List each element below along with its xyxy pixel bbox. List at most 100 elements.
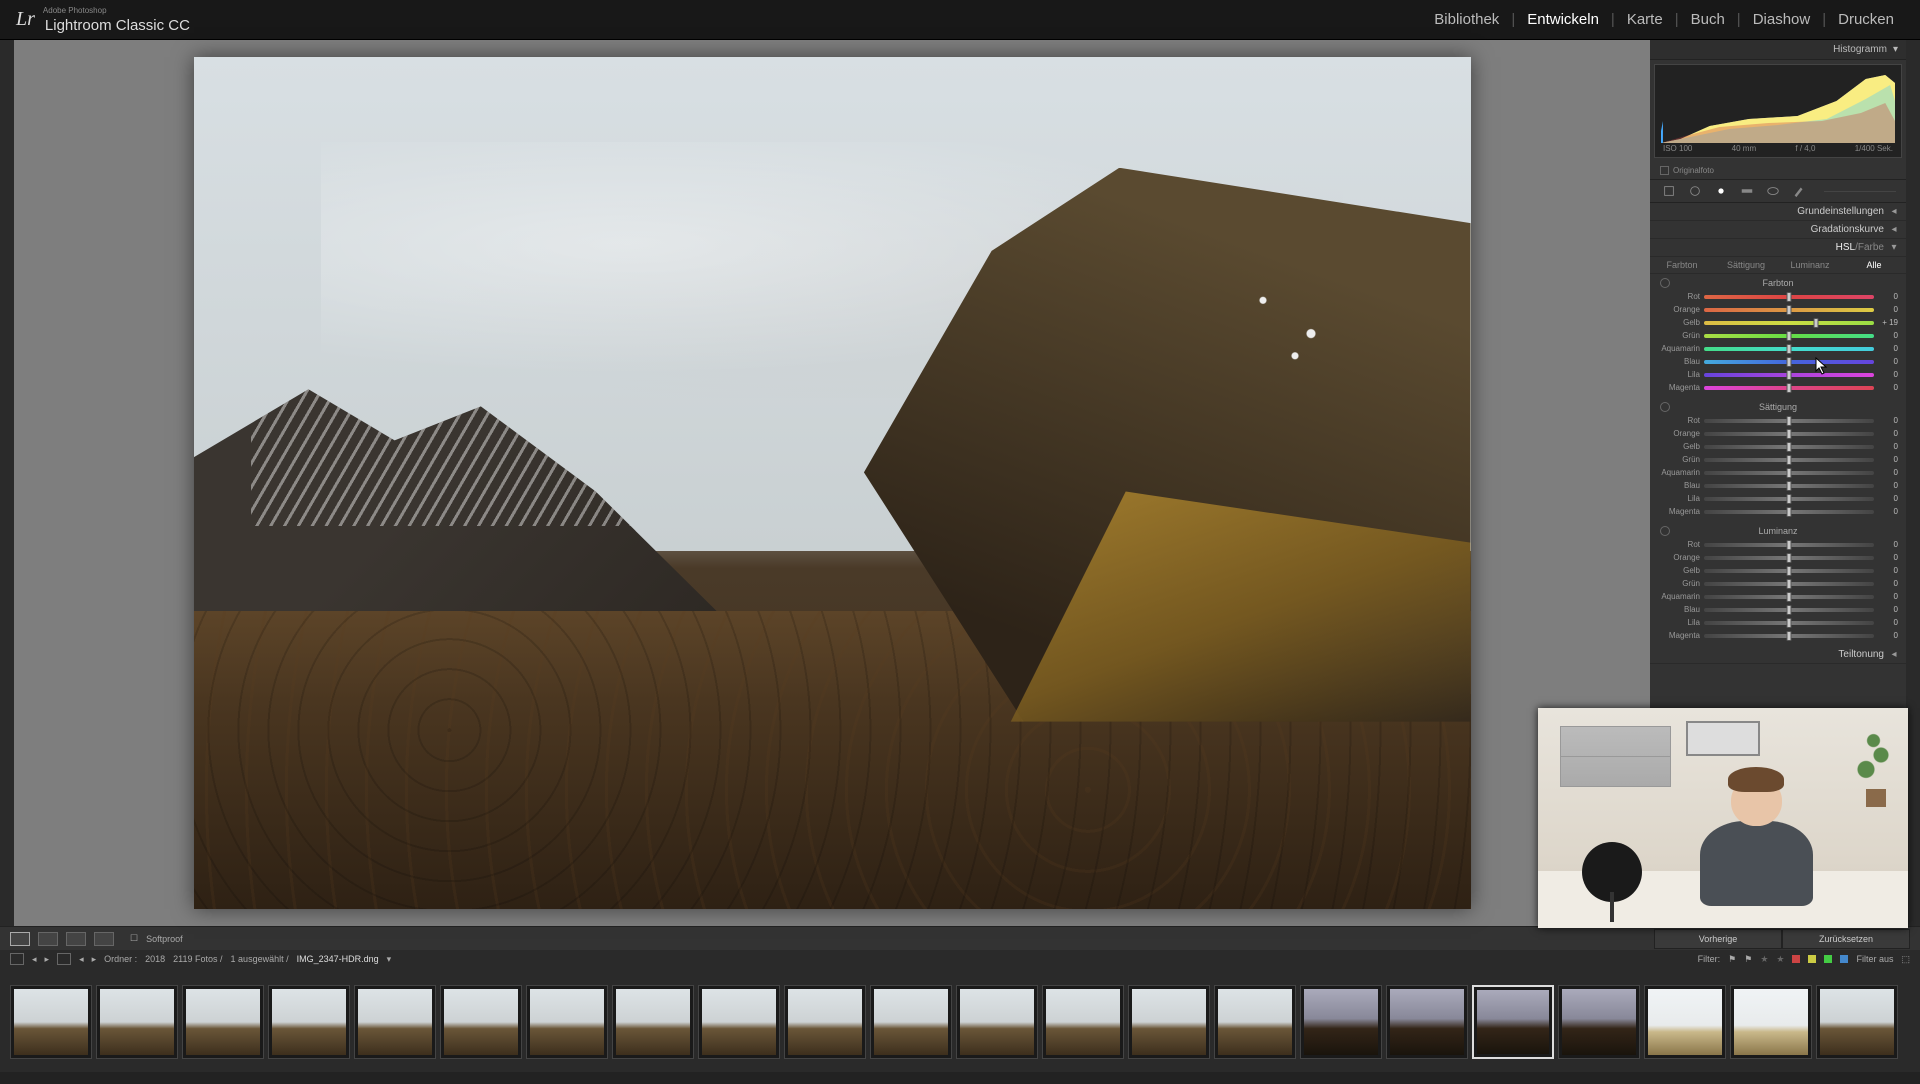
slider-track[interactable] bbox=[1704, 621, 1874, 625]
grid-icon[interactable] bbox=[57, 953, 71, 965]
star-icon[interactable]: ★ bbox=[1776, 954, 1784, 965]
thumbnail[interactable] bbox=[784, 985, 866, 1059]
slider-value[interactable]: 0 bbox=[1878, 592, 1898, 601]
redeye-tool[interactable] bbox=[1712, 182, 1730, 200]
right-panel-collapse[interactable] bbox=[1906, 40, 1920, 926]
flag-reject-icon[interactable]: ⚑ bbox=[1744, 954, 1752, 965]
slider-track[interactable] bbox=[1704, 497, 1874, 501]
slider-track[interactable] bbox=[1704, 360, 1874, 364]
slider-track[interactable] bbox=[1704, 556, 1874, 560]
filmstrip-scrollbar[interactable] bbox=[0, 1072, 1920, 1084]
nav-next-icon[interactable]: ▸ bbox=[92, 954, 97, 965]
slider-track[interactable] bbox=[1704, 386, 1874, 390]
slider-track[interactable] bbox=[1704, 595, 1874, 599]
view-before-after-split[interactable] bbox=[94, 932, 114, 946]
color-label-icon[interactable] bbox=[1792, 955, 1800, 963]
color-label-icon[interactable] bbox=[1808, 955, 1816, 963]
module-drucken[interactable]: Drucken bbox=[1828, 11, 1904, 28]
chevron-down-icon[interactable]: ▾ bbox=[387, 954, 392, 965]
slider-handle[interactable] bbox=[1787, 631, 1792, 641]
section-split[interactable]: Teiltonung◂ bbox=[1650, 646, 1906, 664]
thumbnail[interactable] bbox=[698, 985, 780, 1059]
thumbnail[interactable] bbox=[1644, 985, 1726, 1059]
slider-handle[interactable] bbox=[1787, 481, 1792, 491]
section-hsl[interactable]: HSL / Farbe▾ bbox=[1650, 239, 1906, 257]
slider-value[interactable]: 0 bbox=[1878, 305, 1898, 314]
slider-handle[interactable] bbox=[1787, 507, 1792, 517]
slider-value[interactable]: 0 bbox=[1878, 357, 1898, 366]
hsl-tab-farbton[interactable]: Farbton bbox=[1650, 257, 1714, 273]
slider-value[interactable]: 0 bbox=[1878, 605, 1898, 614]
slider-handle[interactable] bbox=[1787, 357, 1792, 367]
brush-tool[interactable] bbox=[1790, 182, 1808, 200]
slider-track[interactable] bbox=[1704, 308, 1874, 312]
thumbnail[interactable] bbox=[96, 985, 178, 1059]
slider-track[interactable] bbox=[1704, 458, 1874, 462]
slider-handle[interactable] bbox=[1787, 605, 1792, 615]
thumbnail[interactable] bbox=[1300, 985, 1382, 1059]
thumbnail[interactable] bbox=[182, 985, 264, 1059]
module-karte[interactable]: Karte bbox=[1617, 11, 1673, 28]
slider-track[interactable] bbox=[1704, 321, 1874, 325]
softproof-label[interactable]: Softproof bbox=[146, 934, 183, 944]
view-before-after-tb[interactable] bbox=[66, 932, 86, 946]
slider-track[interactable] bbox=[1704, 295, 1874, 299]
gradient-tool[interactable] bbox=[1738, 182, 1756, 200]
slider-handle[interactable] bbox=[1787, 416, 1792, 426]
thumbnail[interactable] bbox=[10, 985, 92, 1059]
slider-value[interactable]: 0 bbox=[1878, 344, 1898, 353]
slider-value[interactable]: 0 bbox=[1878, 566, 1898, 575]
reset-button[interactable]: Zurücksetzen bbox=[1782, 929, 1910, 949]
slider-handle[interactable] bbox=[1787, 494, 1792, 504]
thumbnail[interactable] bbox=[1472, 985, 1554, 1059]
crop-tool[interactable] bbox=[1660, 182, 1678, 200]
second-window-icon[interactable] bbox=[10, 953, 24, 965]
spot-tool[interactable] bbox=[1686, 182, 1704, 200]
original-toggle[interactable]: Originalfoto bbox=[1650, 162, 1906, 179]
slider-value[interactable]: 0 bbox=[1878, 429, 1898, 438]
section-basic[interactable]: Grundeinstellungen◂ bbox=[1650, 203, 1906, 221]
slider-track[interactable] bbox=[1704, 510, 1874, 514]
slider-handle[interactable] bbox=[1787, 383, 1792, 393]
thumbnail[interactable] bbox=[1128, 985, 1210, 1059]
target-adjust-icon[interactable] bbox=[1660, 278, 1670, 288]
slider-handle[interactable] bbox=[1787, 344, 1792, 354]
color-label-icon[interactable] bbox=[1824, 955, 1832, 963]
slider-value[interactable]: 0 bbox=[1878, 331, 1898, 340]
slider-track[interactable] bbox=[1704, 471, 1874, 475]
hsl-tab-alle[interactable]: Alle bbox=[1842, 257, 1906, 273]
slider-value[interactable]: 0 bbox=[1878, 540, 1898, 549]
slider-handle[interactable] bbox=[1787, 618, 1792, 628]
slider-value[interactable]: 0 bbox=[1878, 468, 1898, 477]
module-entwickeln[interactable]: Entwickeln bbox=[1517, 11, 1609, 28]
thumbnail[interactable] bbox=[1386, 985, 1468, 1059]
slider-handle[interactable] bbox=[1787, 429, 1792, 439]
thumbnail[interactable] bbox=[612, 985, 694, 1059]
slider-handle[interactable] bbox=[1787, 442, 1792, 452]
folder-name[interactable]: 2018 bbox=[145, 954, 165, 964]
slider-track[interactable] bbox=[1704, 484, 1874, 488]
slider-handle[interactable] bbox=[1787, 370, 1792, 380]
slider-value[interactable]: + 19 bbox=[1878, 318, 1898, 327]
section-tonecurve[interactable]: Gradationskurve◂ bbox=[1650, 221, 1906, 239]
slider-handle[interactable] bbox=[1787, 292, 1792, 302]
module-diashow[interactable]: Diashow bbox=[1743, 11, 1821, 28]
hsl-tab-luminanz[interactable]: Luminanz bbox=[1778, 257, 1842, 273]
slider-track[interactable] bbox=[1704, 445, 1874, 449]
slider-handle[interactable] bbox=[1787, 566, 1792, 576]
slider-value[interactable]: 0 bbox=[1878, 481, 1898, 490]
histogram-header[interactable]: Histogramm▾ bbox=[1650, 40, 1906, 60]
thumbnail[interactable] bbox=[1730, 985, 1812, 1059]
checkbox-icon[interactable]: ☐ bbox=[130, 933, 138, 944]
canvas-area[interactable] bbox=[14, 40, 1650, 926]
thumbnail[interactable] bbox=[1558, 985, 1640, 1059]
slider-value[interactable]: 0 bbox=[1878, 416, 1898, 425]
nav-back-icon[interactable]: ◂ bbox=[32, 954, 37, 965]
slider-track[interactable] bbox=[1704, 432, 1874, 436]
color-label-icon[interactable] bbox=[1840, 955, 1848, 963]
slider-value[interactable]: 0 bbox=[1878, 383, 1898, 392]
slider-handle[interactable] bbox=[1787, 331, 1792, 341]
slider-handle[interactable] bbox=[1787, 468, 1792, 478]
slider-handle[interactable] bbox=[1787, 579, 1792, 589]
thumbnail[interactable] bbox=[526, 985, 608, 1059]
